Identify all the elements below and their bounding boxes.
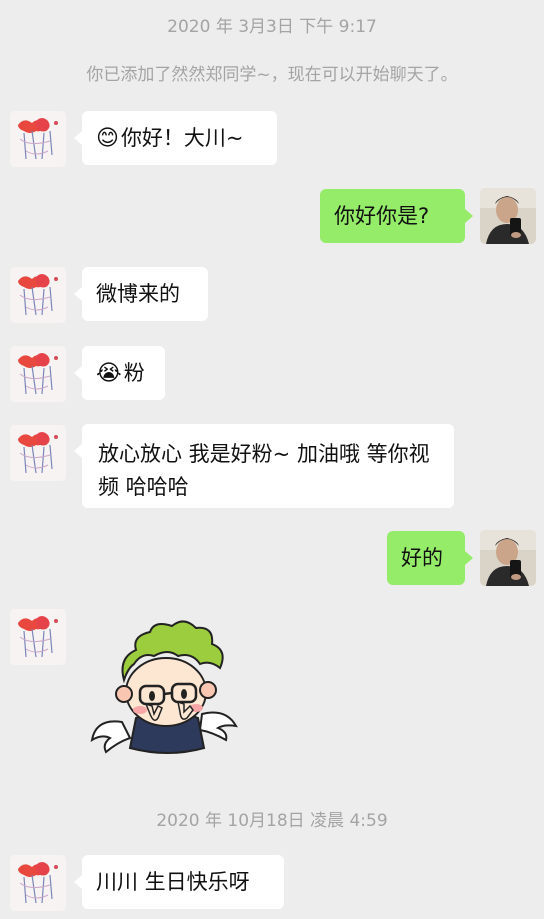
message-text: 好的 xyxy=(401,546,443,570)
smile-emoji-icon: 😊 xyxy=(96,126,119,151)
message-text: 你好你是? xyxy=(334,204,430,228)
message-bubble-outgoing[interactable]: 你好你是? xyxy=(320,189,473,243)
contact-avatar[interactable] xyxy=(10,111,66,167)
message-bubble-incoming[interactable]: 微博来的 xyxy=(74,267,208,321)
message-text: 放心放心 我是好粉~ 加油哦 等你视频 哈哈哈 xyxy=(98,442,430,499)
message-text: 川川 生日快乐呀 xyxy=(96,870,250,894)
cartoon-green-hair-sticker[interactable] xyxy=(84,618,244,758)
user-avatar[interactable] xyxy=(480,530,536,586)
message-text: 你好！大川~ xyxy=(120,126,244,150)
system-notice: 你已添加了然然郑同学~，现在可以开始聊天了。 xyxy=(86,65,458,85)
crying-emoji-icon: 😭 xyxy=(96,361,122,386)
message-bubble-incoming[interactable]: 😊你好！大川~ xyxy=(74,111,277,165)
timestamp: 2020 年 3月3日 下午 9:17 xyxy=(167,17,377,37)
contact-avatar[interactable] xyxy=(10,346,66,402)
contact-avatar[interactable] xyxy=(10,609,66,665)
message-bubble-incoming[interactable]: 川川 生日快乐呀 xyxy=(74,855,284,909)
message-bubble-outgoing[interactable]: 好的 xyxy=(387,531,473,585)
message-text: 微博来的 xyxy=(96,282,180,306)
message-bubble-incoming[interactable]: 放心放心 我是好粉~ 加油哦 等你视频 哈哈哈 xyxy=(74,424,454,508)
contact-avatar[interactable] xyxy=(10,267,66,323)
user-avatar[interactable] xyxy=(480,188,536,244)
timestamp: 2020 年 10月18日 凌晨 4:59 xyxy=(156,811,388,831)
contact-avatar[interactable] xyxy=(10,855,66,911)
contact-avatar[interactable] xyxy=(10,425,66,481)
message-text: 粉 xyxy=(123,361,145,385)
message-bubble-incoming[interactable]: 😭粉 xyxy=(74,346,165,400)
